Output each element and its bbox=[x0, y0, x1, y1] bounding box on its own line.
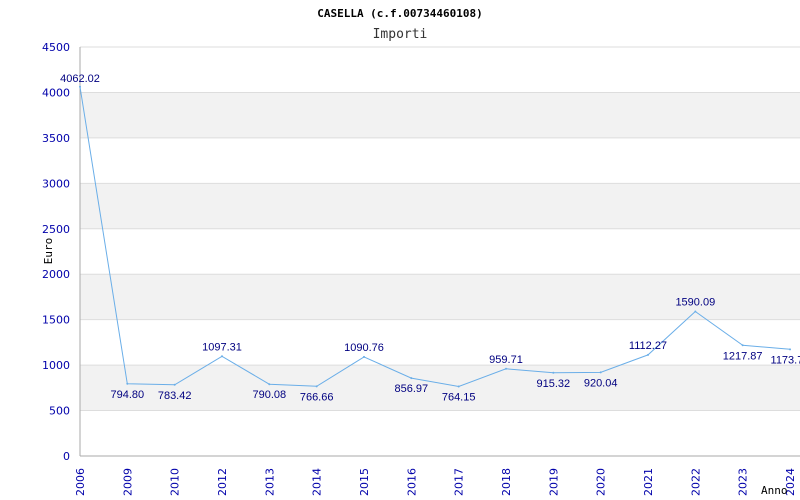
data-point bbox=[268, 383, 271, 386]
data-point bbox=[363, 355, 365, 358]
x-tick-label: 2010 bbox=[169, 468, 182, 496]
x-tick-label: 2017 bbox=[453, 468, 466, 496]
y-tick-label: 2500 bbox=[42, 223, 70, 236]
x-axis-label: Anno bbox=[761, 484, 788, 497]
data-point bbox=[647, 353, 649, 356]
grid-band bbox=[80, 183, 800, 229]
y-tick-label: 4000 bbox=[42, 86, 70, 99]
data-label: 766.66 bbox=[300, 391, 334, 403]
grid-bands bbox=[80, 92, 800, 411]
data-point bbox=[126, 382, 129, 385]
data-point bbox=[315, 385, 318, 388]
data-point bbox=[410, 377, 413, 380]
data-point bbox=[789, 348, 791, 351]
x-tick-label: 2015 bbox=[358, 468, 371, 496]
y-tick-label: 4500 bbox=[42, 41, 70, 54]
x-axis-ticks: 2006 2009 2010 2012 2013 2014 2015 2016 2017 2018… bbox=[74, 468, 797, 496]
data-label: 1173.77 bbox=[771, 354, 800, 366]
x-tick-label: 2016 bbox=[405, 468, 418, 496]
x-tick-label: 2014 bbox=[311, 468, 324, 496]
y-tick-label: 2000 bbox=[42, 268, 70, 281]
data-label: 1097.31 bbox=[202, 341, 242, 353]
data-point bbox=[221, 355, 223, 358]
grid-band bbox=[80, 365, 800, 411]
x-tick-label: 2023 bbox=[737, 468, 750, 496]
y-tick-label: 3000 bbox=[42, 177, 70, 190]
y-tick-label: 3500 bbox=[42, 132, 70, 145]
x-tick-label: 2020 bbox=[595, 468, 608, 496]
x-tick-label: 2019 bbox=[547, 468, 560, 496]
data-point bbox=[741, 344, 744, 347]
data-point bbox=[694, 310, 697, 313]
data-point bbox=[599, 371, 602, 374]
line-chart: CASELLA (c.f.00734460108) Importi 0 500 10… bbox=[42, 7, 800, 497]
data-label: 920.04 bbox=[584, 377, 618, 389]
data-point bbox=[457, 385, 460, 388]
x-tick-label: 2006 bbox=[74, 468, 87, 496]
data-label: 1112.27 bbox=[629, 340, 667, 352]
x-tick-label: 2021 bbox=[642, 468, 655, 496]
data-label: 959.71 bbox=[489, 354, 523, 366]
y-tick-label: 0 bbox=[63, 450, 70, 463]
chart-subtitle: Importi bbox=[373, 27, 428, 42]
data-label: 783.42 bbox=[158, 390, 192, 402]
data-point bbox=[505, 367, 507, 370]
data-label: 1590.09 bbox=[675, 296, 715, 308]
data-label: 1217.87 bbox=[723, 350, 763, 362]
x-tick-label: 2018 bbox=[500, 468, 513, 496]
data-label: 856.97 bbox=[395, 383, 429, 395]
data-label: 790.08 bbox=[253, 389, 287, 401]
x-tick-label: 2022 bbox=[689, 468, 702, 496]
grid-band bbox=[80, 92, 800, 138]
y-tick-label: 1000 bbox=[42, 359, 70, 372]
data-point bbox=[79, 85, 81, 88]
y-axis-label: Euro bbox=[42, 238, 55, 265]
data-label: 1090.76 bbox=[344, 342, 384, 354]
x-tick-label: 2013 bbox=[263, 468, 276, 496]
data-point bbox=[552, 371, 555, 374]
data-point bbox=[173, 383, 176, 386]
y-tick-label: 1500 bbox=[42, 314, 70, 327]
data-label: 794.80 bbox=[111, 389, 145, 401]
data-label: 4062.02 bbox=[60, 73, 100, 85]
x-tick-label: 2009 bbox=[121, 468, 134, 496]
x-tick-label: 2012 bbox=[216, 468, 229, 496]
data-label: 764.15 bbox=[442, 392, 476, 404]
y-tick-label: 500 bbox=[49, 405, 70, 418]
chart-title: CASELLA (c.f.00734460108) bbox=[317, 7, 483, 20]
data-label: 915.32 bbox=[537, 378, 571, 390]
